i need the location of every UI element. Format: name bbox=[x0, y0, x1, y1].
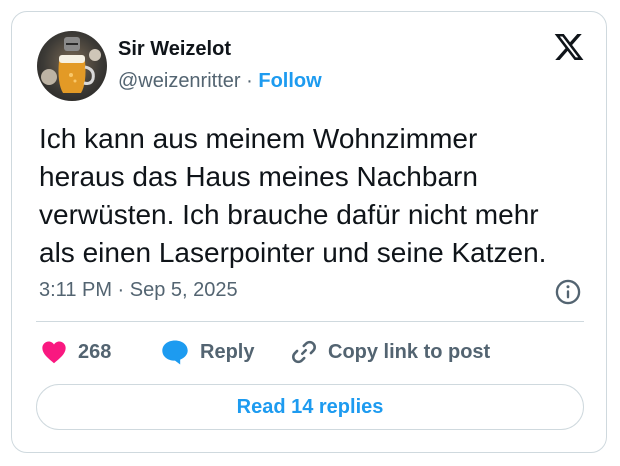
read-replies-button[interactable]: Read 14 replies bbox=[36, 384, 584, 430]
divider bbox=[36, 321, 584, 322]
reply-label: Reply bbox=[200, 340, 255, 363]
follow-button[interactable]: Follow bbox=[258, 70, 321, 92]
tweet-text-line: verwüsten. Ich brauche dafür nicht mehr bbox=[39, 199, 539, 230]
reply-button[interactable]: Reply bbox=[160, 336, 254, 368]
tweet-text-line: heraus das Haus meines Nachbarn bbox=[39, 161, 478, 192]
info-icon[interactable] bbox=[554, 278, 582, 306]
link-icon bbox=[292, 340, 316, 364]
x-logo-icon[interactable] bbox=[553, 31, 585, 63]
tweet-text: Ich kann aus meinem Wohnzimmer heraus da… bbox=[39, 120, 599, 272]
tweet-card: Sir Weizelot @weizenritter · Follow Ich … bbox=[11, 11, 607, 453]
handle-row: @weizenritter · Follow bbox=[118, 70, 322, 93]
user-handle[interactable]: @weizenritter bbox=[118, 70, 241, 92]
like-button[interactable]: 268 bbox=[40, 336, 111, 368]
heart-icon bbox=[42, 341, 66, 364]
copy-link-button[interactable]: Copy link to post bbox=[290, 336, 490, 368]
separator-dot: · bbox=[246, 70, 253, 92]
tweet-text-line: Ich kann aus meinem Wohnzimmer bbox=[39, 123, 478, 154]
timestamp-link[interactable]: 3:11 PM · Sep 5, 2025 bbox=[39, 279, 238, 302]
avatar-image bbox=[41, 37, 101, 93]
like-count: 268 bbox=[78, 340, 112, 363]
copy-link-label: Copy link to post bbox=[328, 340, 491, 363]
speech-bubble-icon bbox=[162, 340, 188, 365]
tweet-text-line: als einen Laserpointer und seine Katzen. bbox=[39, 237, 547, 268]
avatar[interactable] bbox=[37, 31, 107, 101]
display-name[interactable]: Sir Weizelot bbox=[118, 38, 231, 61]
